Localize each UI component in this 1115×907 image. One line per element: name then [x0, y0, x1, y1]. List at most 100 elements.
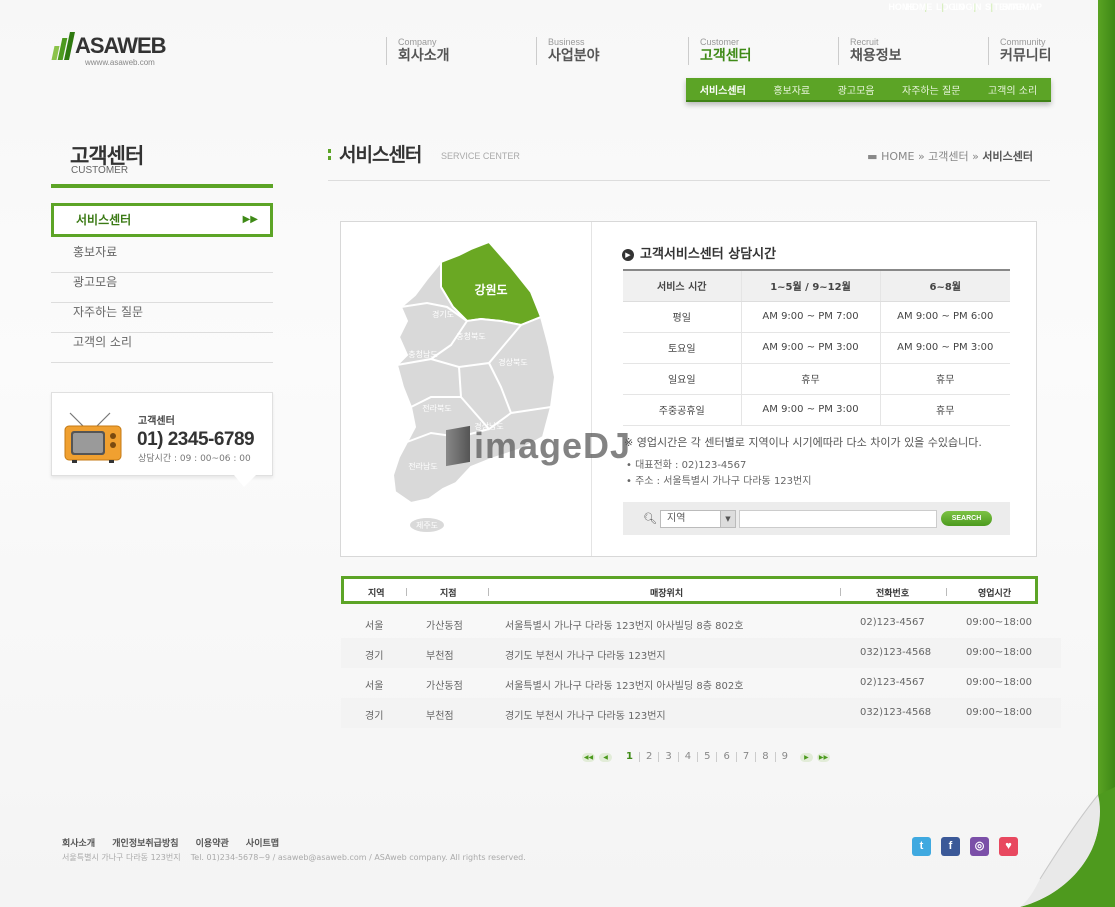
right-green-bar	[1098, 0, 1115, 907]
page-link[interactable]: 9	[774, 752, 794, 762]
region-select[interactable]: 지역 ▼	[660, 510, 736, 528]
lnb-divider	[51, 184, 273, 188]
table-row[interactable]: 서울 가산동점 서울특별시 가나구 다라동 123번지 아사빌딩 8층 802호 02…	[341, 668, 1061, 698]
lnb-item-faq[interactable]: 자주하는 질문	[51, 303, 273, 333]
lnb-item-voice[interactable]: 고객의 소리	[51, 333, 273, 363]
search-icon: 🔍︎	[643, 512, 657, 525]
footer-link-terms[interactable]: 이용약관	[196, 839, 229, 849]
top-link-sitemap[interactable]: SITEMAP	[993, 2, 1051, 12]
map-label: 전라남도	[408, 461, 437, 471]
page-title-en: SERVICE CENTER	[441, 151, 520, 161]
double-chevron-right-icon: ▶▶	[242, 214, 258, 225]
map-label: 전라북도	[422, 403, 451, 413]
hours-note: ※ 영업시간은 각 센터별로 지역이나 시기에따라 다소 차이가 있을 수있습니…	[624, 436, 982, 449]
hours-row: 일요일 휴무 휴무	[623, 363, 1010, 395]
map-label: 경기도	[432, 309, 454, 319]
breadcrumb: ▬ HOME » 고객센터 » 서비스센터	[867, 148, 1033, 164]
last-page-icon[interactable]: ▶▶	[816, 752, 830, 762]
footer-link-privacy[interactable]: 개인정보취급방침	[112, 839, 178, 849]
top-link-home[interactable]: HOME	[896, 2, 941, 12]
watermark-text: imageDJ	[474, 425, 632, 466]
divider	[406, 588, 407, 596]
map-label: 충청남도	[408, 350, 437, 359]
breadcrumb-mid[interactable]: 고객센터	[928, 150, 968, 163]
breadcrumb-current: 서비스센터	[982, 150, 1033, 163]
store-table-header: 지역 지점 매장위치 전화번호 영업시간	[341, 576, 1038, 604]
title-bullet	[328, 149, 331, 161]
cell: 02)123-4567	[860, 617, 925, 628]
gnb-ko: 사업분야	[548, 48, 600, 64]
cell: 서울특별시 가나구 다라동 123번지 아사빌딩 8층 802호	[505, 681, 744, 692]
subnav-service-center[interactable]: 서비스센터	[700, 82, 746, 97]
footer-link-sitemap[interactable]: 사이트맵	[246, 839, 279, 849]
page-link[interactable]: 1	[620, 752, 639, 762]
logo[interactable]: ASAWEB wwww.asaweb.com	[51, 32, 167, 67]
prev-page-icon[interactable]: ◀	[599, 752, 612, 762]
page-link[interactable]: 4	[677, 752, 697, 762]
lnb-item-service-center[interactable]: 서비스센터 ▶▶	[51, 203, 273, 237]
hours-header: 6~8월	[879, 269, 1010, 302]
next-page-icon[interactable]: ▶	[799, 752, 813, 762]
map-label: 충청북도	[456, 332, 485, 341]
first-page-icon[interactable]: ◀◀	[582, 752, 595, 762]
cell: 서울	[365, 621, 384, 632]
lnb-item-ads[interactable]: 광고모음	[51, 273, 273, 303]
me2day-icon[interactable]: ◎	[970, 837, 989, 856]
cs-hours: 상담시간 : 09 : 00~06 : 00	[138, 454, 251, 464]
map-label: 경상북도	[498, 357, 527, 367]
gnb-customer[interactable]: Customer 고객센터	[688, 37, 752, 65]
subnav-ads[interactable]: 광고모음	[838, 82, 875, 97]
twitter-icon[interactable]: t	[912, 837, 931, 856]
cell: 가산동점	[426, 621, 463, 632]
hours-address: • 주소 : 서울특별시 가나구 다라동 123번지	[626, 476, 812, 487]
blog-icon[interactable]: ♥	[999, 837, 1018, 856]
watermark-logo-icon	[446, 425, 470, 467]
breadcrumb-home[interactable]: HOME	[881, 150, 914, 163]
divider	[591, 222, 592, 556]
customer-center-box: 고객센터 01) 2345-6789 상담시간 : 09 : 00~06 : 0…	[51, 392, 273, 487]
lnb-title-en: CUSTOMER	[71, 165, 129, 176]
social-links: t f ◎ ♥	[912, 837, 1018, 856]
page-link[interactable]: 3	[658, 752, 677, 762]
page-title: 서비스센터	[328, 140, 422, 167]
page-link[interactable]: 6	[716, 752, 735, 762]
footer-link-company[interactable]: 회사소개	[62, 839, 95, 849]
page-link[interactable]: 2	[638, 752, 658, 762]
page-link[interactable]: 8	[755, 752, 774, 762]
page-link[interactable]: 7	[735, 752, 755, 762]
title-divider	[328, 180, 1050, 181]
gnb-recruit[interactable]: Recruit 채용정보	[838, 37, 902, 65]
tv-icon	[64, 412, 122, 463]
cell: 경기	[365, 711, 384, 722]
gnb-community[interactable]: Community 커뮤니티	[988, 37, 1052, 65]
table-row[interactable]: 경기 부천점 경기도 부천시 가나구 다라동 123번지 032)123-4568 09…	[341, 638, 1061, 668]
hours-cell: 토요일	[623, 332, 741, 364]
table-row[interactable]: 서울 가산동점 서울특별시 가나구 다라동 123번지 아사빌딩 8층 802호 02…	[341, 608, 1061, 638]
col-header: 지역	[368, 589, 385, 599]
cs-label: 고객센터	[138, 416, 175, 427]
col-header: 매장위치	[650, 589, 684, 599]
gnb-company[interactable]: Company 회사소개	[386, 37, 450, 65]
cell: 가산동점	[426, 681, 463, 692]
cell: 서울	[365, 681, 384, 692]
top-link-login[interactable]: LOGIN	[944, 2, 991, 12]
logo-url: wwww.asaweb.com	[85, 58, 155, 67]
facebook-icon[interactable]: f	[941, 837, 960, 856]
lnb-item-pr[interactable]: 홍보자료	[51, 243, 273, 273]
left-nav: 서비스센터 ▶▶ 홍보자료 광고모음 자주하는 질문 고객의 소리	[51, 203, 273, 363]
subnav-faq[interactable]: 자주하는 질문	[902, 82, 960, 97]
hours-cell: 일요일	[623, 363, 741, 395]
subnav-pr[interactable]: 홍보자료	[773, 82, 810, 97]
gnb-business[interactable]: Business 사업분야	[536, 37, 600, 65]
search-input[interactable]	[739, 510, 937, 528]
search-button[interactable]: SEARCH	[941, 511, 992, 526]
pagination: ◀◀ ◀ 1 2 3 4 5 6 7 8 9 ▶ ▶▶	[580, 752, 832, 762]
map-label: 제주도	[416, 521, 438, 530]
hours-cell: AM 9:00 ~ PM 3:00	[740, 332, 880, 364]
table-row[interactable]: 경기 부천점 경기도 부천시 가나구 다라동 123번지 032)123-4568 09…	[341, 698, 1061, 728]
hours-cell: AM 9:00 ~ PM 3:00	[740, 394, 880, 426]
subnav-voice[interactable]: 고객의 소리	[988, 82, 1037, 97]
store-table-body: 서울 가산동점 서울특별시 가나구 다라동 123번지 아사빌딩 8층 802호 02…	[341, 608, 1061, 728]
page: HOME | LOGIN | SITEMAP ASAWEB wwww.asaweb.…	[0, 0, 1098, 907]
page-link[interactable]: 5	[697, 752, 716, 762]
